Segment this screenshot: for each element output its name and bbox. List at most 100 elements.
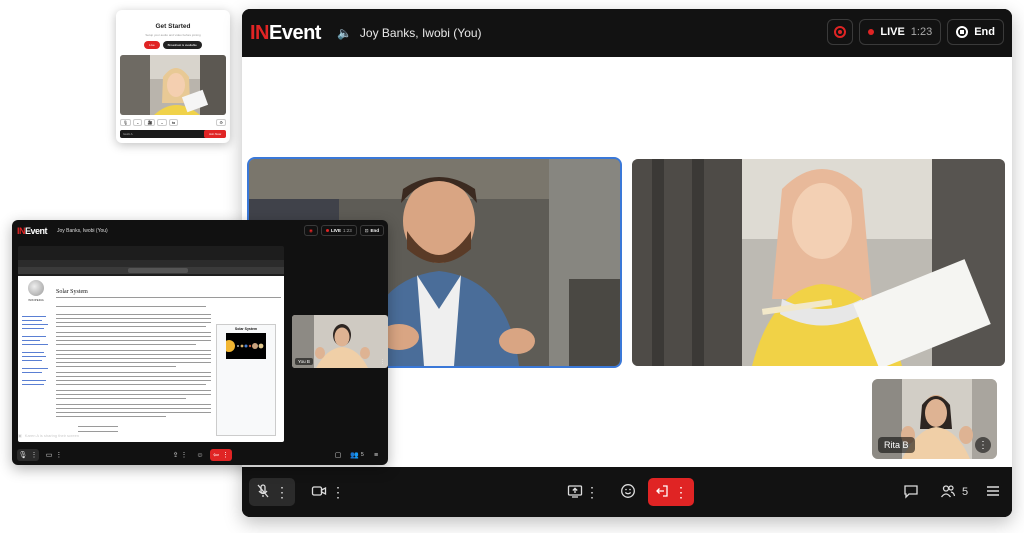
small-camera-options-icon[interactable]: ⋮ [55,451,62,459]
small-participants-button[interactable]: 👥 5 [348,449,366,461]
solar-system-image [223,333,266,359]
small-chat-icon: ▢ [334,452,342,459]
smiley-icon [620,483,636,502]
small-live-label: LIVE [330,228,341,233]
live-indicator: LIVE 1:23 [859,19,942,45]
sharing-notice: ▣ Karen A is sharing their screen [18,431,79,439]
small-mic-toggle-button[interactable]: 🎙 ⋮ [17,449,39,461]
wikipedia-page: WIKIPEDIA Solar System Solar System [18,276,284,442]
small-logo-prefix: IN [17,226,26,236]
logo-suffix: Event [269,21,321,44]
end-button[interactable]: End [947,19,1004,45]
top-bar: IN Event 🔈 Joy Banks, Iwobi (You) LIVE 1:… [242,9,1012,57]
camera-options-icon[interactable]: ⋮ [331,484,345,501]
small-people-icon: 👥 [350,452,359,459]
stop-icon [956,26,969,38]
get-started-title: Get Started [155,23,191,30]
inevent-logo: IN Event [250,22,321,45]
small-bottom-toolbar: 🎙 ⋮ ▭ ⋮ ⇪ ⋮ ☺ ⇦ ⋮ ▢ 👥 5 ≡ [12,445,388,465]
get-started-subtitle: Setup your audio and video before joinin… [145,33,201,37]
preview-settings-icon[interactable]: ⚙ [216,119,226,126]
small-end-label: End [370,228,380,233]
wiki-article-title: Solar System [56,289,88,295]
video-tile-rita[interactable]: Rita B ⋮ [872,379,997,459]
shared-screen: WIKIPEDIA Solar System Solar System [18,246,284,442]
small-participants-title: Joy Banks, Iwobi (You) [57,228,108,234]
wikipedia-globe-icon [28,280,44,296]
small-video-tile[interactable]: You B ⋮ [292,315,388,368]
small-leave-icon: ⇦ [213,452,219,459]
small-logo-suffix: Event [25,226,48,236]
small-smiley-icon: ☺ [196,451,204,459]
small-participants-count: 5 [360,452,364,458]
composite-screenshot: Get Started Setup your audio and video b… [0,0,1024,533]
small-mic-options-icon[interactable]: ⋮ [30,451,37,459]
end-label: End [974,26,995,38]
mic-off-icon [255,483,271,502]
screen-share-icon: ▣ [18,432,22,438]
preview-mic-icon[interactable]: 🎙 [120,119,132,126]
reactions-button[interactable] [615,478,641,506]
share-screen-button[interactable]: ⋮ [563,478,603,506]
leave-options-icon[interactable]: ⋮ [674,484,688,501]
bottom-toolbar: ⋮ ⋮ ⋮ ⋮ 5 [242,467,1012,517]
participants-count: 5 [961,486,969,498]
share-options-icon[interactable]: ⋮ [585,484,599,501]
menu-button[interactable] [980,478,1006,506]
browser-tab-bar [18,260,284,267]
preview-video [120,55,226,115]
tile-more-icon[interactable]: ⋮ [975,437,991,453]
sharing-notice-text: Karen A is sharing their screen [24,432,80,438]
small-leave-button[interactable]: ⇦ ⋮ [210,449,232,461]
speaker-icon: 🔈 [336,26,352,40]
live-option-button[interactable]: Live [144,41,160,49]
small-share-icon: ⇪ [172,452,179,459]
small-hamburger-menu-icon: ≡ [373,451,379,459]
record-button[interactable] [827,19,854,45]
mic-toggle-button[interactable]: ⋮ [249,478,295,506]
preview-mic-chevron-icon[interactable]: ⌄ [133,119,143,126]
screen-share-window: IN Event Joy Banks, Iwobi (You) ◉ LIVE 1:… [12,220,388,465]
live-dot-icon [868,29,875,35]
share-screen-icon [567,483,583,502]
live-label: LIVE [880,26,905,38]
small-camera-icon: ▭ [45,452,53,459]
chat-button[interactable] [898,478,924,506]
small-share-button[interactable]: ⇪ ⋮ [170,449,190,461]
mic-options-icon[interactable]: ⋮ [275,484,289,501]
chat-icon [903,483,919,502]
small-share-options-icon[interactable]: ⋮ [180,451,187,459]
logo-prefix: IN [250,21,270,44]
small-mic-off-icon: 🎙 [18,452,28,459]
leave-icon [654,483,670,502]
join-now-button[interactable]: Join Now [204,130,226,138]
record-icon [834,26,847,38]
infobox-title: Solar System [234,327,258,331]
people-icon [940,483,956,502]
small-reactions-button[interactable]: ☺ [194,449,206,461]
participants-button[interactable]: 5 [934,478,974,506]
small-camera-toggle-button[interactable]: ▭ ⋮ [43,449,65,461]
camera-icon [311,483,327,502]
small-record-button[interactable]: ◉ [304,225,318,236]
video-tile-speaker-woman[interactable] [632,159,1005,366]
small-top-bar: IN Event Joy Banks, Iwobi (You) ◉ LIVE 1:… [12,220,388,242]
wikipedia-logo-text: WIKIPEDIA [28,298,44,302]
leave-button[interactable]: ⋮ [648,478,694,506]
small-chat-button[interactable]: ▢ [332,449,344,461]
small-menu-button[interactable]: ≡ [370,449,382,461]
camera-toggle-button[interactable]: ⋮ [305,478,351,506]
preview-camera-chevron-icon[interactable]: ⌄ [157,119,167,126]
participants-title: Joy Banks, Iwobi (You) [359,26,482,40]
participant-name-tag: Rita B [878,437,915,453]
small-tile-name-tag: You B [295,358,313,365]
small-live-indicator: LIVE 1:23 [320,225,357,236]
small-leave-options-icon[interactable]: ⋮ [222,451,229,459]
preview-switch-icon[interactable]: ⇆ [168,119,179,126]
live-timer: 1:23 [910,26,933,38]
small-tile-more-icon[interactable]: ⋮ [380,359,385,365]
preview-camera-icon[interactable]: 🎥 [144,119,156,126]
small-end-button[interactable]: ⊡ End [359,225,384,236]
broadcast-option-button[interactable]: Broadcast is available [162,41,202,49]
get-started-card: Get Started Setup your audio and video b… [116,10,230,143]
